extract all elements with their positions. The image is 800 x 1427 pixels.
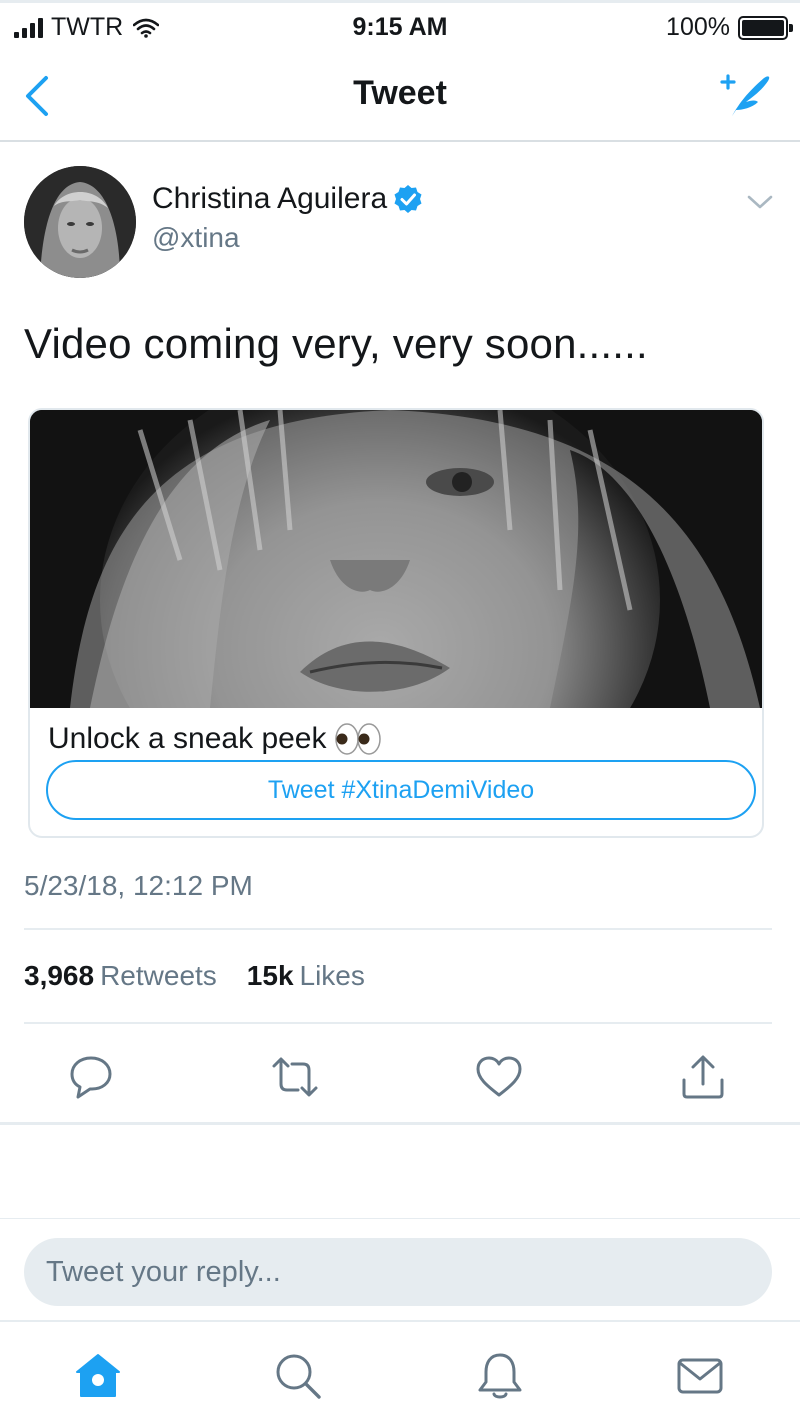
likes-stat[interactable]: 15k Likes	[247, 960, 365, 992]
author-name[interactable]: Christina Aguilera	[152, 182, 423, 216]
eyes-emoji-icon	[334, 723, 381, 755]
divider	[24, 1022, 772, 1024]
tweet-actions	[0, 1042, 800, 1126]
retweets-label: Retweets	[100, 960, 217, 991]
like-icon[interactable]	[474, 1052, 524, 1102]
retweets-stat[interactable]: 3,968 Retweets	[24, 960, 217, 992]
card-title-text: Unlock a sneak peek	[48, 722, 327, 755]
home-icon[interactable]	[72, 1350, 124, 1402]
page-title: Tweet	[353, 74, 447, 112]
tweet-hashtag-button[interactable]: Tweet #XtinaDemiVideo	[46, 760, 756, 820]
reply-input[interactable]: Tweet your reply...	[24, 1238, 772, 1306]
tweet-text: Video coming very, very soon......	[24, 320, 648, 367]
avatar[interactable]	[24, 166, 136, 278]
share-icon[interactable]	[678, 1052, 728, 1102]
chevron-down-icon[interactable]	[746, 192, 774, 212]
nav-bar: Tweet	[0, 52, 800, 142]
card-image[interactable]	[30, 410, 764, 708]
divider	[24, 928, 772, 930]
tab-bar	[0, 1320, 800, 1427]
battery-fill	[742, 19, 784, 36]
status-right: 100%	[666, 13, 793, 42]
tweet-timestamp: 5/23/18, 12:12 PM	[24, 870, 253, 901]
compose-tweet-icon[interactable]	[718, 66, 774, 122]
reply-icon[interactable]	[66, 1052, 116, 1102]
avatar-photo	[24, 166, 136, 278]
tweet-stats: 3,968 Retweets 15k Likes	[24, 960, 365, 992]
likes-label: Likes	[299, 960, 365, 991]
verified-badge-icon	[394, 185, 422, 213]
retweet-icon[interactable]	[270, 1052, 320, 1102]
battery-percent: 100%	[666, 13, 730, 41]
section-separator	[0, 1218, 800, 1219]
tweet-card[interactable]: Unlock a sneak peek Tweet #XtinaDemiVide…	[28, 408, 764, 838]
messages-icon[interactable]	[674, 1350, 726, 1402]
retweets-count: 3,968	[24, 960, 95, 991]
card-title: Unlock a sneak peek	[48, 722, 383, 756]
author-name-text: Christina Aguilera	[152, 182, 388, 215]
battery-tip	[789, 23, 793, 32]
section-separator	[0, 1122, 800, 1125]
likes-count: 15k	[246, 960, 294, 991]
status-bar: TWTR 9:15 AM 100%	[0, 0, 800, 52]
battery-icon	[738, 15, 793, 40]
author-handle[interactable]: @xtina	[152, 222, 240, 254]
search-icon[interactable]	[272, 1350, 324, 1402]
notifications-icon[interactable]	[474, 1350, 526, 1402]
